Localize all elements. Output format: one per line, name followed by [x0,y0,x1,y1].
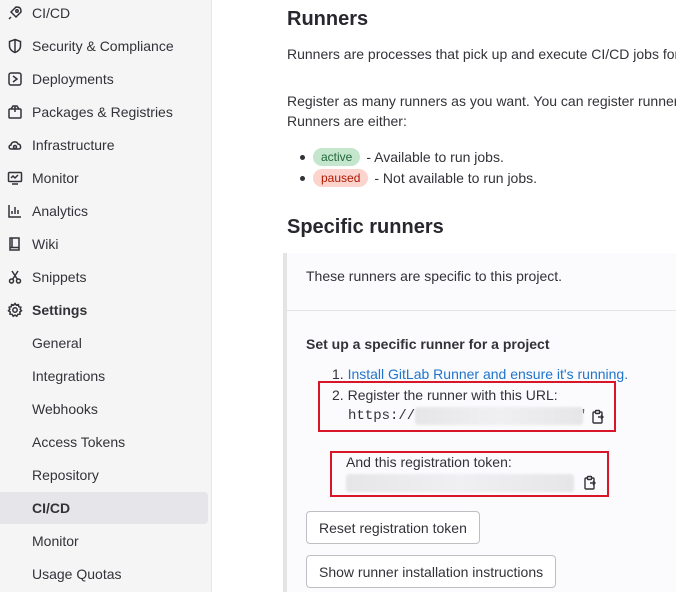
sidebar-subitem-label: General [32,335,82,351]
url-highlight-box [318,381,616,432]
rocket-icon [6,4,24,22]
bullet-dot [300,154,305,160]
sidebar-item-settings[interactable]: Settings [0,294,208,326]
sidebar-item-label: Packages & Registries [32,104,173,120]
sidebar-item-label: Analytics [32,203,89,219]
setup-title: Set up a specific runner for a project [306,336,550,352]
specific-runners-heading: Specific runners [287,216,444,238]
runners-heading: Runners [287,8,369,30]
main-content: Runners Runners are processes that pick … [213,0,676,592]
state-paused-item: paused - Not available to run jobs. [300,169,538,187]
sidebar-subitem-label: Webhooks [32,401,98,417]
sidebar-subitem-usage-quotas[interactable]: Usage Quotas [0,558,208,590]
sidebar-subitem-cicd[interactable]: CI/CD [0,492,208,524]
sidebar: CI/CD Security & Compliance Deployments … [0,0,212,592]
sidebar-subitem-label: Monitor [32,533,79,549]
install-runner-link[interactable]: Install GitLab Runner and ensure it's ru… [348,366,629,382]
sidebar-item-monitor[interactable]: Monitor [0,162,208,194]
sidebar-subitem-webhooks[interactable]: Webhooks [0,393,208,425]
step-number: 1. [332,366,344,382]
sidebar-item-label: Snippets [32,269,87,285]
sidebar-item-label: Wiki [32,236,59,252]
sidebar-subitem-label: Usage Quotas [32,566,122,582]
state-active-item: active - Available to run jobs. [300,148,504,166]
state-description: - Available to run jobs. [366,149,504,165]
shield-icon [6,37,24,55]
sidebar-item-label: Deployments [32,71,114,87]
sidebar-item-analytics[interactable]: Analytics [0,195,208,227]
reset-token-button[interactable]: Reset registration token [306,511,480,544]
sidebar-item-cicd[interactable]: CI/CD [0,0,208,29]
sidebar-item-snippets[interactable]: Snippets [0,261,208,293]
sidebar-subitem-monitor[interactable]: Monitor [0,525,208,557]
sidebar-item-label: Monitor [32,170,79,186]
sidebar-subitem-access-tokens[interactable]: Access Tokens [0,426,208,458]
package-icon [6,103,24,121]
token-highlight-box [330,451,609,497]
runners-are-either: Runners are either: [287,113,407,129]
settings-icon [6,301,24,319]
sidebar-subitem-label: CI/CD [32,500,71,516]
sidebar-subitem-integrations[interactable]: Integrations [0,360,208,392]
bullet-dot [300,175,305,181]
sidebar-item-label: Settings [32,302,88,318]
register-description: Register as many runners as you want. Yo… [287,93,676,109]
monitor-icon [6,169,24,187]
paused-badge: paused [313,169,369,187]
runners-description: Runners are processes that pick up and e… [287,46,676,62]
sidebar-item-wiki[interactable]: Wiki [0,228,208,260]
active-badge: active [313,148,361,166]
sidebar-item-infrastructure[interactable]: Infrastructure [0,129,208,161]
sidebar-item-deployments[interactable]: Deployments [0,63,208,95]
specific-runners-description: These runners are specific to this proje… [306,268,563,284]
scissors-icon [6,268,24,286]
sidebar-subitem-general[interactable]: General [0,327,208,359]
sidebar-subitem-label: Access Tokens [32,434,126,450]
sidebar-item-packages[interactable]: Packages & Registries [0,96,208,128]
panel-divider [287,310,676,311]
sidebar-item-security[interactable]: Security & Compliance [0,30,208,62]
sidebar-subitem-repository[interactable]: Repository [0,459,208,491]
state-description: - Not available to run jobs. [374,170,538,186]
sidebar-subitem-label: Integrations [32,368,106,384]
sidebar-item-label: Infrastructure [32,137,115,153]
sidebar-item-label: Security & Compliance [32,38,174,54]
sidebar-item-label: CI/CD [32,5,71,21]
chart-icon [6,202,24,220]
book-icon [6,235,24,253]
deployments-icon [6,70,24,88]
sidebar-subitem-label: Repository [32,467,99,483]
cloud-gear-icon [6,136,24,154]
show-instructions-button[interactable]: Show runner installation instructions [306,555,557,588]
